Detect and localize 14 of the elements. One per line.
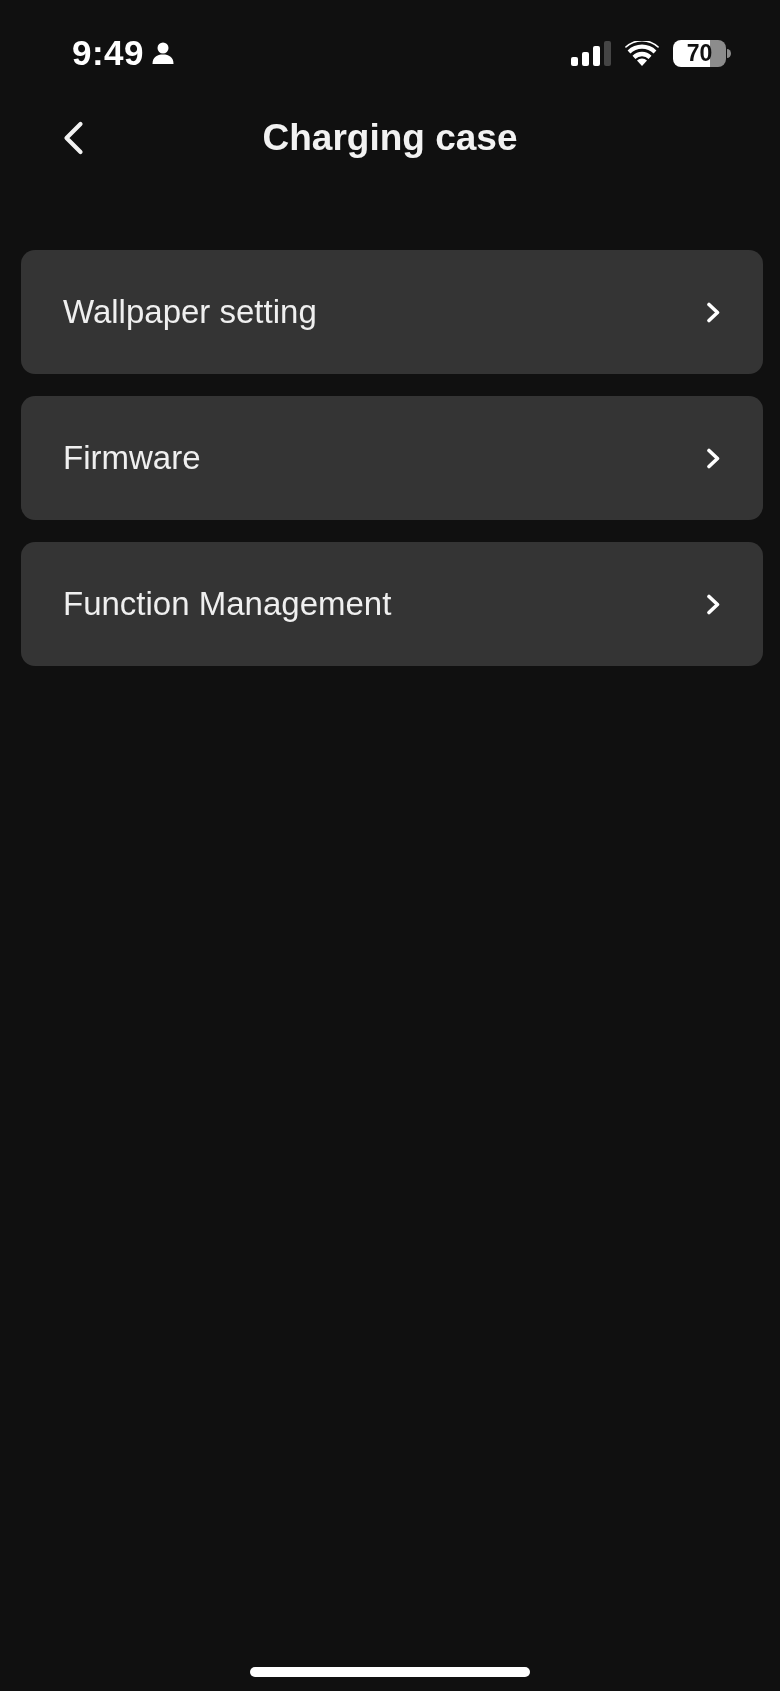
status-time: 9:49 bbox=[72, 38, 145, 68]
menu-item[interactable]: Function Management bbox=[21, 542, 763, 666]
chevron-left-icon bbox=[62, 121, 84, 155]
page-title: Charging case bbox=[262, 116, 518, 160]
menu-item[interactable]: Wallpaper setting bbox=[21, 250, 763, 374]
person-icon bbox=[152, 42, 175, 64]
chevron-right-icon bbox=[706, 593, 721, 615]
battery-tip-icon bbox=[727, 48, 731, 58]
chevron-right-icon bbox=[706, 301, 721, 323]
menu-item[interactable]: Firmware bbox=[21, 396, 763, 520]
signal-icon bbox=[571, 40, 611, 66]
wifi-icon bbox=[625, 40, 659, 66]
chevron-right-icon bbox=[706, 447, 721, 469]
battery-indicator: 70 bbox=[673, 39, 726, 67]
